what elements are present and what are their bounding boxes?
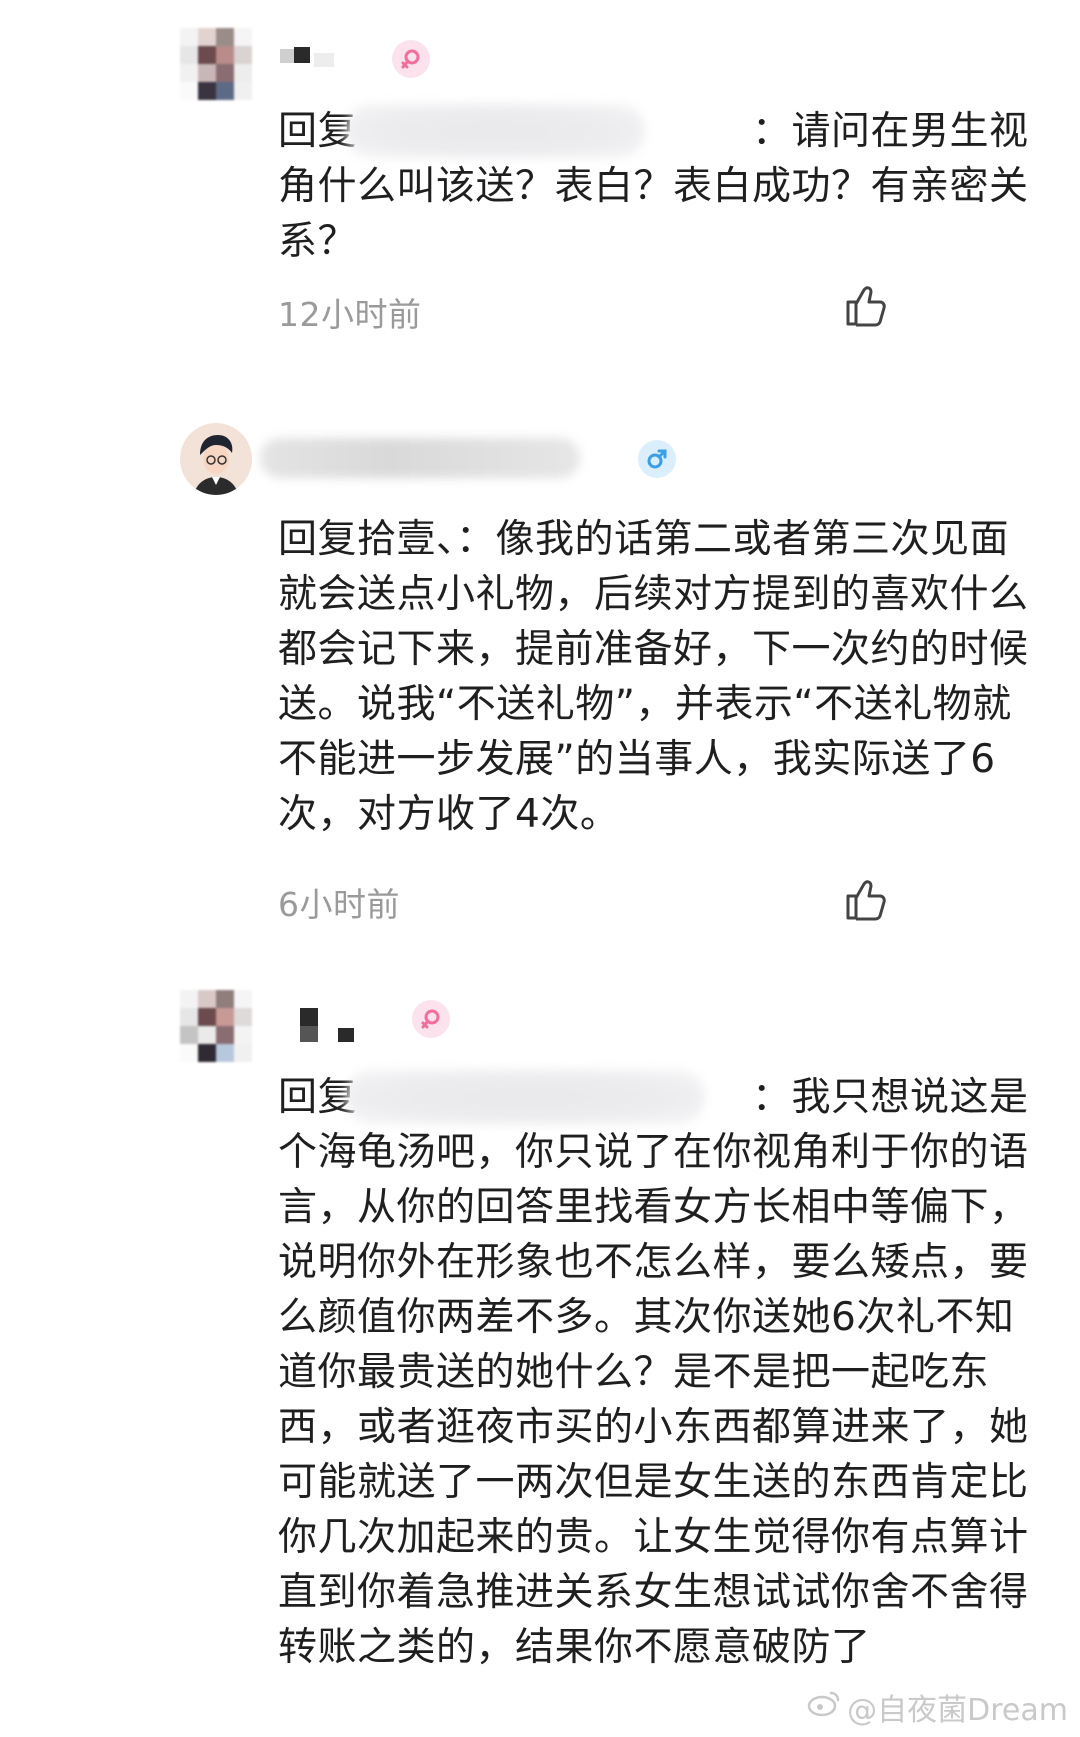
username[interactable] <box>280 45 360 75</box>
comment-time: 12小时前 <box>278 295 422 334</box>
female-symbol-icon <box>412 1000 450 1038</box>
watermark-text: @自夜菌Dream <box>847 1693 1068 1728</box>
username[interactable] <box>260 438 580 478</box>
thumbs-up-icon[interactable] <box>842 876 890 924</box>
comment-text: 回复 ：我只想说这是个海龟汤吧，你只说了在你视角利于你的语言，从你的回答里找看女… <box>278 1075 1029 1670</box>
redacted-username <box>345 1070 705 1124</box>
watermark: @自夜菌Dream <box>807 1685 1068 1729</box>
username[interactable] <box>300 1008 380 1048</box>
avatar[interactable] <box>180 990 252 1062</box>
thumbs-up-icon[interactable] <box>842 282 890 330</box>
comment-time: 6小时前 <box>278 885 400 924</box>
male-symbol-icon <box>638 440 676 478</box>
comment-text: 回复拾壹、：像我的话第二或者第三次见面就会送点小礼物，后续对方提到的喜欢什么都会… <box>278 517 1029 837</box>
avatar[interactable] <box>180 423 252 495</box>
weibo-logo-icon <box>807 1689 841 1725</box>
avatar[interactable] <box>180 28 252 100</box>
female-symbol-icon <box>392 40 430 78</box>
redacted-username <box>345 104 645 158</box>
